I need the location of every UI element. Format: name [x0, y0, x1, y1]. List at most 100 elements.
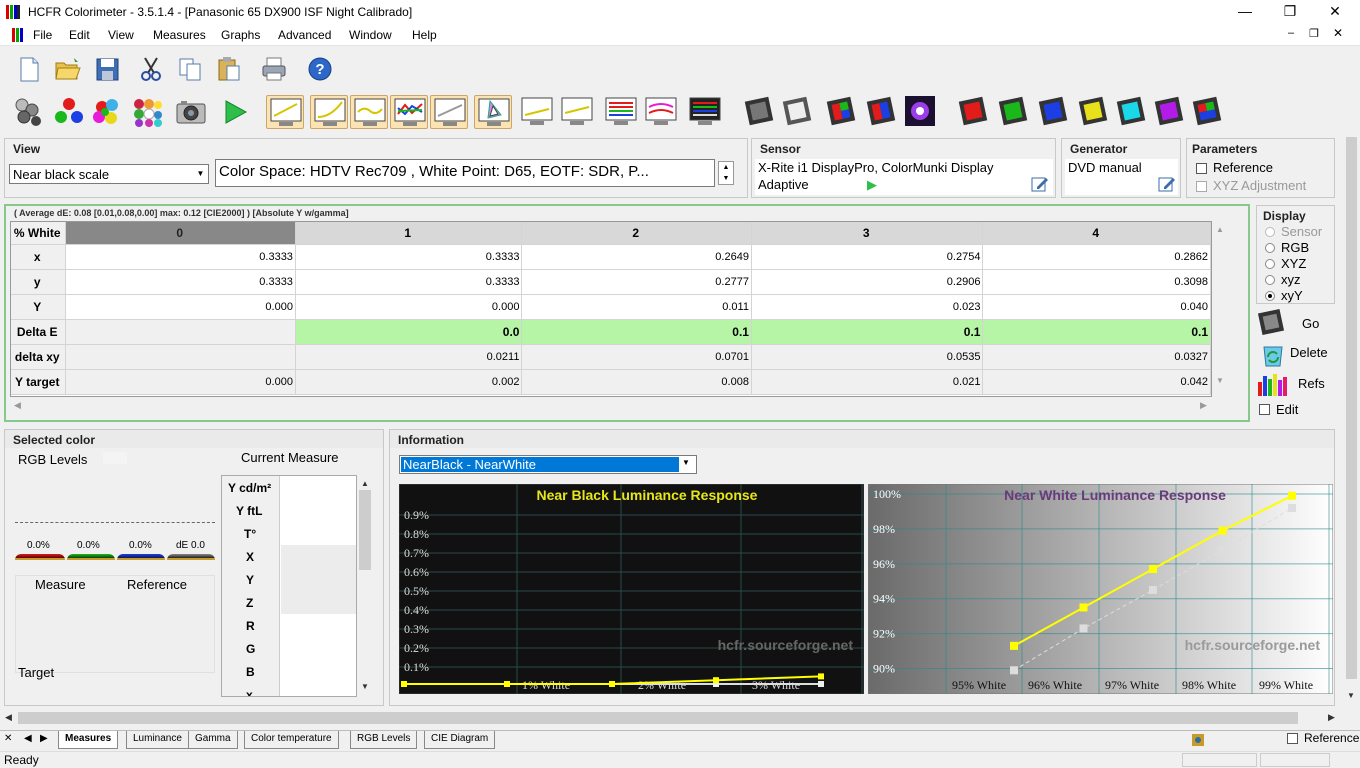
grid-cell[interactable]: 0.0327 [982, 344, 1211, 370]
measure-primaries-button[interactable] [52, 95, 83, 127]
grid-vscroll[interactable]: ▲ ▼ [1212, 221, 1228, 397]
grid-col-header[interactable]: 3 [751, 222, 984, 245]
grid-cell[interactable]: 0.3333 [65, 244, 296, 270]
grid-cell[interactable]: 0.040 [982, 294, 1211, 320]
tab-rgb-levels[interactable]: RGB Levels [350, 731, 418, 749]
grid-cell[interactable]: 0.0211 [295, 344, 523, 370]
view-gamma-button[interactable] [350, 95, 388, 129]
grid-cell[interactable]: 0.008 [521, 369, 752, 395]
tab-next-button[interactable]: ▶ [40, 733, 48, 744]
copy-button[interactable] [175, 54, 205, 86]
continuous-measure-button[interactable] [218, 95, 248, 127]
grid-cell[interactable]: 0.021 [751, 369, 984, 395]
minimize-button[interactable]: — [1222, 0, 1268, 24]
information-select[interactable]: NearBlack - NearWhite ▼ [399, 455, 697, 474]
grid-col-header[interactable]: 4 [982, 222, 1211, 245]
menu-file[interactable]: File [33, 28, 52, 42]
measure-single-button[interactable] [174, 95, 206, 127]
mdi-restore-button[interactable]: ❐ [1309, 27, 1319, 40]
generator-pattern-button[interactable] [780, 95, 816, 129]
tab-first-button[interactable]: ✕ [4, 733, 12, 744]
save-button[interactable] [92, 54, 122, 86]
grid-col-header[interactable]: 0 [65, 222, 296, 245]
grid-cell[interactable]: 0.2777 [521, 269, 752, 295]
measure-secondaries-button[interactable] [90, 95, 120, 127]
main-vscroll[interactable]: ▼ [1343, 137, 1360, 707]
grid-cell[interactable]: 0.3098 [982, 269, 1211, 295]
view-colortemp-button[interactable] [390, 95, 428, 129]
refs-button[interactable]: Refs [1256, 370, 1336, 399]
grid-cell[interactable]: 0.3333 [295, 269, 523, 295]
grid-cell[interactable]: 0.2906 [751, 269, 984, 295]
generator-green-button[interactable] [996, 95, 1032, 129]
generator-red-button[interactable] [956, 95, 992, 129]
generator-rgb3-button[interactable] [1190, 95, 1226, 129]
display-xyy-radio[interactable] [1265, 291, 1275, 301]
measure-gray-button[interactable] [12, 95, 42, 127]
grid-cell[interactable]: 0.3333 [295, 244, 523, 270]
grid-col-header[interactable]: 1 [295, 222, 523, 245]
display-xyz-radio[interactable] [1265, 259, 1275, 269]
view-graph11-button[interactable] [686, 95, 724, 129]
grid-cell[interactable]: 0.2649 [521, 244, 752, 270]
grid-hscroll[interactable]: ◀ ▶ [10, 397, 1228, 415]
grid-cell[interactable]: 0.1 [521, 319, 752, 345]
view-graph9-button[interactable] [602, 95, 640, 129]
reference-checkbox[interactable] [1196, 163, 1207, 174]
menu-view[interactable]: View [108, 28, 134, 42]
generator-burst-button[interactable] [902, 95, 938, 129]
grid-cell[interactable]: 0.002 [295, 369, 523, 395]
display-sensor-radio[interactable] [1265, 227, 1275, 237]
paste-button[interactable] [214, 54, 244, 86]
measures-grid[interactable]: % White 0 1 2 3 4 x 0.3333 0.3333 0.2649… [10, 221, 1212, 397]
open-button[interactable] [52, 54, 82, 86]
generator-blue-button[interactable] [1036, 95, 1072, 129]
tab-measures[interactable]: Measures [58, 731, 119, 749]
grid-cell[interactable]: 0.0535 [751, 344, 984, 370]
current-measure-scroll[interactable]: ▲ ▼ [357, 475, 373, 697]
grid-cell[interactable] [65, 344, 296, 370]
menu-graphs[interactable]: Graphs [221, 28, 260, 42]
grid-cell[interactable]: 0.1 [751, 319, 984, 345]
generator-cyan-button[interactable] [1114, 95, 1150, 129]
go-button[interactable]: Go [1256, 308, 1336, 337]
grid-cell[interactable]: 0.023 [751, 294, 984, 320]
menu-window[interactable]: Window [349, 28, 392, 42]
generator-rgb2-button[interactable] [864, 95, 900, 129]
grid-col-header[interactable]: 2 [521, 222, 752, 245]
view-cie-button[interactable] [474, 95, 512, 129]
menu-edit[interactable]: Edit [69, 28, 90, 42]
view-rgblevels-button[interactable] [430, 95, 468, 129]
view-luminance-button[interactable] [310, 95, 348, 129]
tab-prev-button[interactable]: ◀ [24, 733, 32, 744]
measure-colorchecker-button[interactable] [130, 95, 162, 127]
grid-cell[interactable]: 0.0701 [521, 344, 752, 370]
tab-color-temperature[interactable]: Color temperature [244, 731, 339, 749]
grid-cell[interactable]: 0.0 [295, 319, 523, 345]
grid-cell[interactable] [65, 319, 296, 345]
grid-cell[interactable]: 0.011 [521, 294, 752, 320]
view-graph7-button[interactable] [518, 95, 556, 129]
edit-toggle[interactable]: Edit [1256, 400, 1336, 420]
generator-gray-button[interactable] [742, 95, 778, 129]
mdi-minimize-button[interactable]: – [1288, 27, 1294, 39]
generator-magenta-button[interactable] [1152, 95, 1188, 129]
grid-cell[interactable]: 0.2754 [751, 244, 984, 270]
view-select[interactable]: Near black scale ▼ [9, 164, 209, 184]
generator-yellow-button[interactable] [1076, 95, 1112, 129]
mdi-close-button[interactable]: ✕ [1333, 26, 1343, 40]
grid-cell[interactable]: 0.000 [65, 369, 296, 395]
grid-cell[interactable]: 0.000 [295, 294, 523, 320]
status-reference-checkbox[interactable] [1287, 733, 1298, 744]
print-button[interactable] [259, 54, 289, 86]
menu-advanced[interactable]: Advanced [278, 28, 331, 42]
maximize-button[interactable]: ❐ [1267, 0, 1313, 24]
edit-sensor-icon[interactable] [1031, 175, 1049, 193]
view-graph10-button[interactable] [642, 95, 680, 129]
tab-gamma[interactable]: Gamma [188, 731, 238, 749]
display-rgb-radio[interactable] [1265, 243, 1275, 253]
grid-cell[interactable]: 0.1 [982, 319, 1211, 345]
delete-button[interactable]: Delete [1256, 339, 1336, 368]
menu-measures[interactable]: Measures [153, 28, 206, 42]
tab-cie-diagram[interactable]: CIE Diagram [424, 731, 496, 749]
